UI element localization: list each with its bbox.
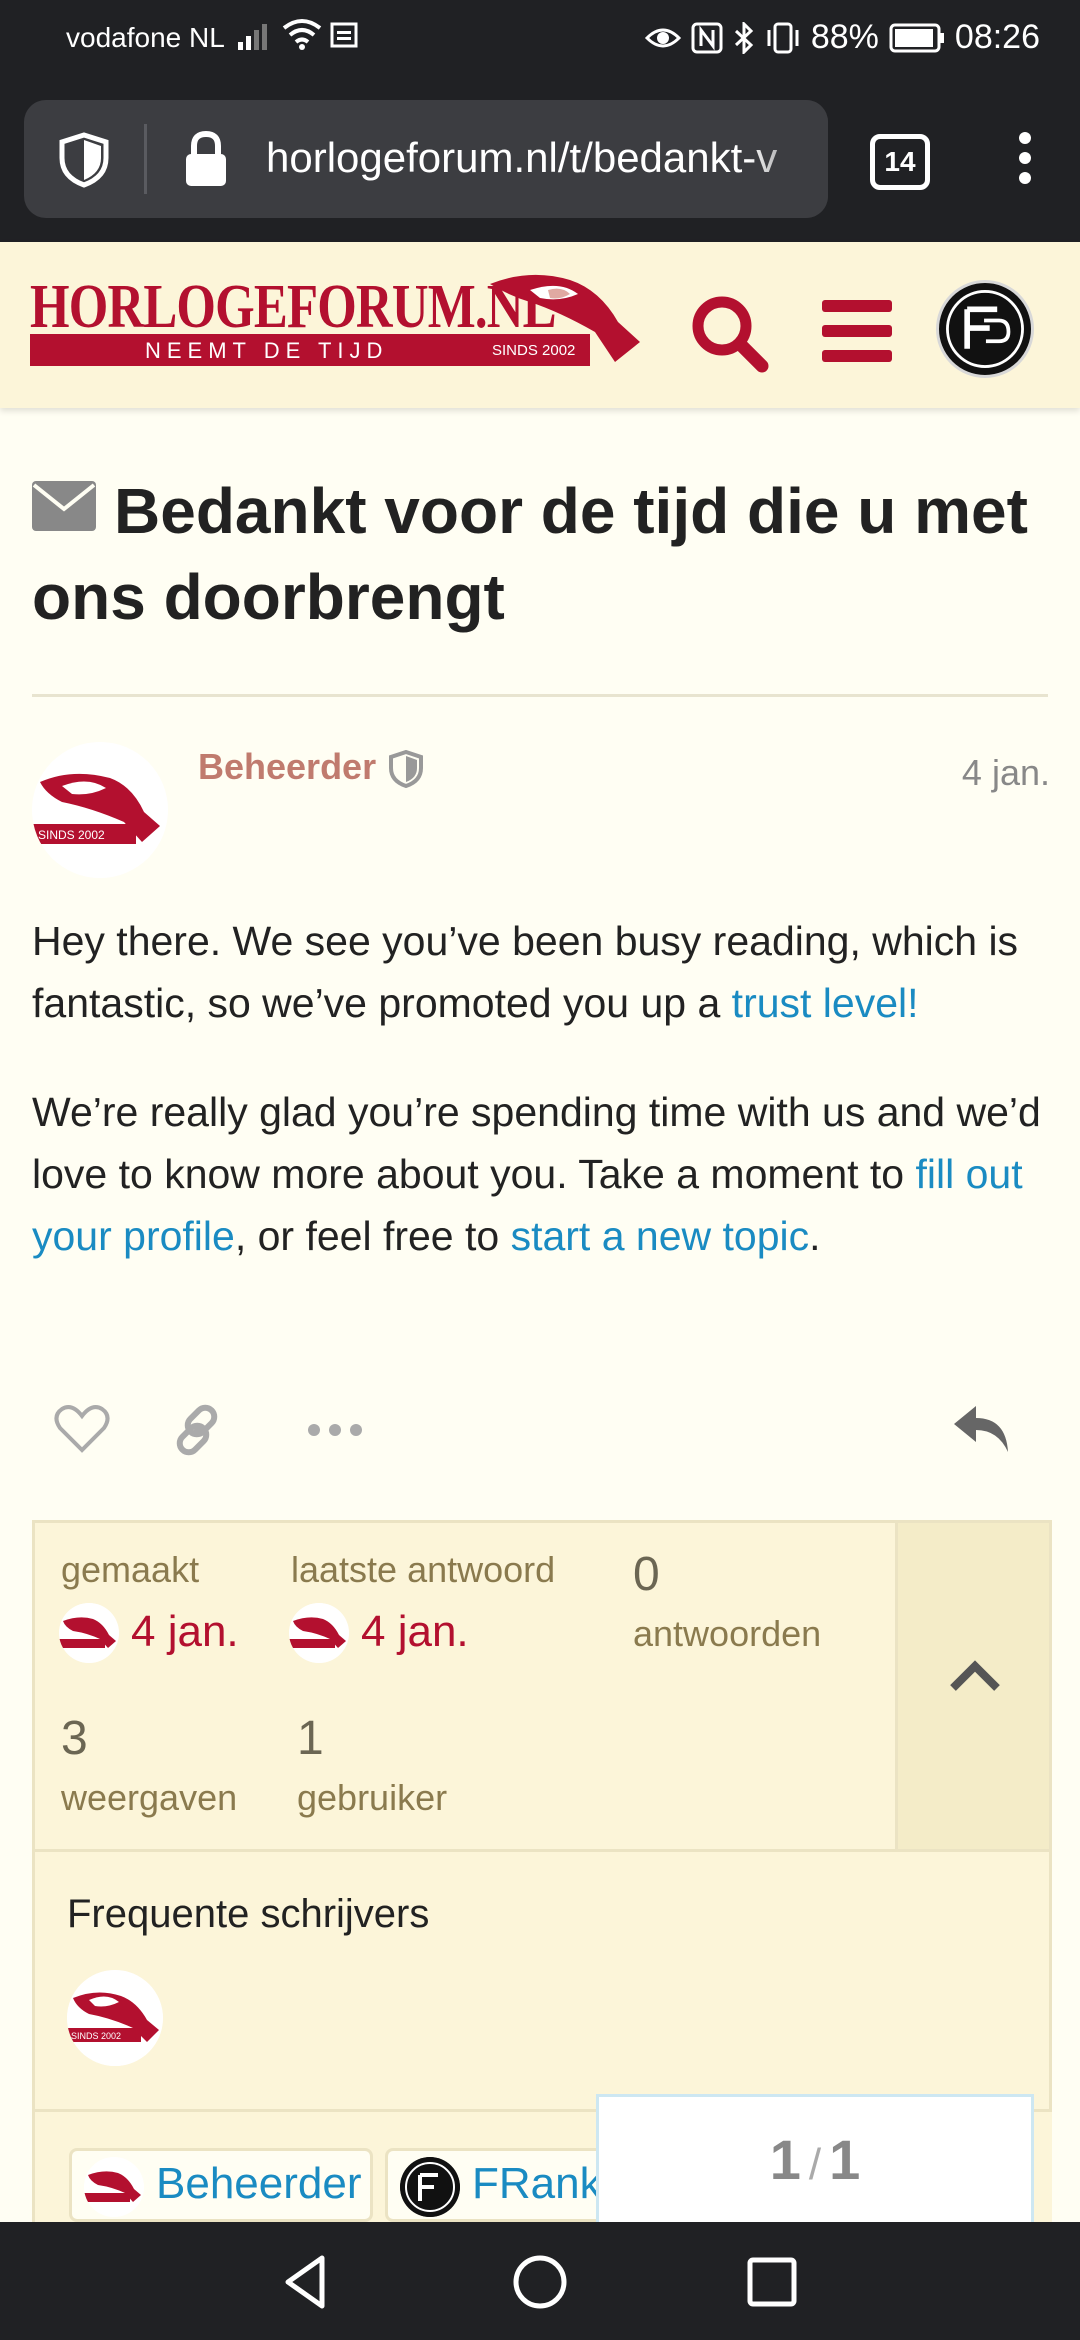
eye-icon — [644, 28, 681, 47]
post-text: . — [809, 1213, 821, 1259]
created-label: gemaakt — [61, 1549, 200, 1590]
progress-separator: / — [808, 2140, 822, 2189]
user-avatar[interactable] — [936, 280, 1034, 378]
last-reply-date[interactable]: 4 jan. — [361, 1607, 469, 1657]
svg-text:SINDS 2002: SINDS 2002 — [38, 828, 105, 842]
logo-tagline: NEEMT DE TIJD — [145, 338, 389, 363]
address-bar[interactable]: horlogeforum.nl/t/bedankt-v — [24, 100, 828, 218]
views-label: weergaven — [61, 1777, 238, 1818]
post-date[interactable]: 4 jan. — [962, 752, 1050, 794]
start-topic-link[interactable]: start a new topic — [511, 1213, 810, 1259]
address-divider — [144, 124, 147, 194]
frequent-writers: Frequente schrijvers SINDS 2002 — [32, 1852, 1052, 2112]
home-icon[interactable] — [508, 2250, 572, 2314]
lock-icon[interactable] — [182, 130, 230, 188]
logo-name: HORLOGEFORUM.NL — [30, 273, 557, 341]
participant-name: FRank — [472, 2159, 602, 2208]
url-text[interactable]: horlogeforum.nl/t/bedankt-v — [266, 134, 777, 182]
views-count: 3 — [61, 1712, 88, 1765]
trust-level-link[interactable]: trust level! — [732, 980, 919, 1026]
frequent-writers-heading: Frequente schrijvers — [67, 1892, 430, 1936]
envelope-icon — [32, 481, 96, 531]
participant-avatar — [84, 2157, 144, 2217]
system-navigation-bar — [0, 2222, 1080, 2340]
battery-percent: 88% — [810, 18, 879, 56]
topic-map-toggle[interactable] — [895, 1523, 1049, 1849]
clock: 08:26 — [954, 18, 1040, 56]
replies-count: 0 — [633, 1548, 660, 1601]
created-avatar[interactable] — [59, 1603, 119, 1663]
last-reply-avatar[interactable] — [289, 1603, 349, 1663]
site-logo[interactable]: HORLOGEFORUM.NL NEEMT DE TIJD SINDS 2002 — [30, 272, 650, 372]
search-icon[interactable] — [688, 292, 770, 374]
replies-label: antwoorden — [633, 1613, 822, 1654]
signal-icon — [238, 24, 267, 50]
topic-progress[interactable]: 1/1 — [596, 2094, 1034, 2224]
tab-switcher-button[interactable]: 14 — [870, 134, 930, 190]
bluetooth-icon — [734, 21, 754, 54]
shield-icon[interactable] — [58, 132, 110, 188]
status-bar: vodafone NL 88% 08:26 — [0, 0, 1080, 76]
url-fade — [748, 100, 828, 218]
post-text: , or feel free to — [234, 1213, 511, 1259]
browser-toolbar: horlogeforum.nl/t/bedankt-v 14 — [0, 76, 1080, 242]
author-avatar[interactable]: SINDS 2002 — [32, 742, 168, 878]
writer-avatar[interactable]: SINDS 2002 — [67, 1970, 163, 2066]
nfc-icon — [691, 22, 723, 53]
users-count: 1 — [297, 1712, 324, 1765]
post-text: We’re really glad you’re spending time w… — [32, 1089, 1041, 1197]
battery-icon — [889, 23, 944, 52]
recent-apps-icon[interactable] — [740, 2250, 804, 2314]
sim-card-icon — [330, 22, 358, 48]
created-date[interactable]: 4 jan. — [131, 1607, 239, 1657]
reply-icon[interactable] — [952, 1404, 1012, 1456]
participant-avatar — [400, 2157, 460, 2217]
last-reply-label: laatste antwoord — [291, 1549, 556, 1590]
share-link-icon[interactable] — [170, 1402, 226, 1458]
chevron-up-icon — [950, 1660, 1000, 1691]
topic-title-text: Bedankt voor de tijd die u met ons doorb… — [32, 475, 1028, 633]
like-heart-icon[interactable] — [54, 1404, 110, 1454]
svg-text:SINDS 2002: SINDS 2002 — [71, 2031, 121, 2041]
progress-current: 1 — [769, 2128, 801, 2191]
site-header: HORLOGEFORUM.NL NEEMT DE TIJD SINDS 2002 — [0, 242, 1080, 408]
progress-total: 1 — [829, 2128, 861, 2191]
participant-chip[interactable]: Beheerder — [69, 2148, 373, 2222]
back-icon[interactable] — [276, 2250, 340, 2314]
hamburger-menu-icon[interactable] — [822, 300, 892, 362]
topic-title: Bedankt voor de tijd die u met ons doorb… — [32, 468, 1052, 640]
users-label: gebruiker — [297, 1777, 448, 1818]
moderator-shield-icon — [389, 750, 423, 788]
post-paragraph: We’re really glad you’re spending time w… — [32, 1081, 1056, 1267]
topic-map: gemaakt 4 jan. laatste antwoord 4 jan. 0… — [32, 1520, 1052, 1852]
post-body: Hey there. We see you’ve been busy readi… — [32, 910, 1056, 1314]
logo-bird-icon — [490, 274, 640, 362]
title-divider — [32, 694, 1048, 697]
wifi-icon — [282, 19, 322, 50]
more-options-icon[interactable] — [306, 1418, 364, 1442]
vibrate-icon — [767, 22, 799, 53]
participant-name: Beheerder — [156, 2159, 362, 2208]
post-author[interactable]: Beheerder — [198, 746, 376, 788]
browser-menu-button[interactable] — [1010, 126, 1040, 196]
post-paragraph: Hey there. We see you’ve been busy readi… — [32, 910, 1056, 1034]
carrier-name: vodafone NL — [66, 22, 225, 53]
